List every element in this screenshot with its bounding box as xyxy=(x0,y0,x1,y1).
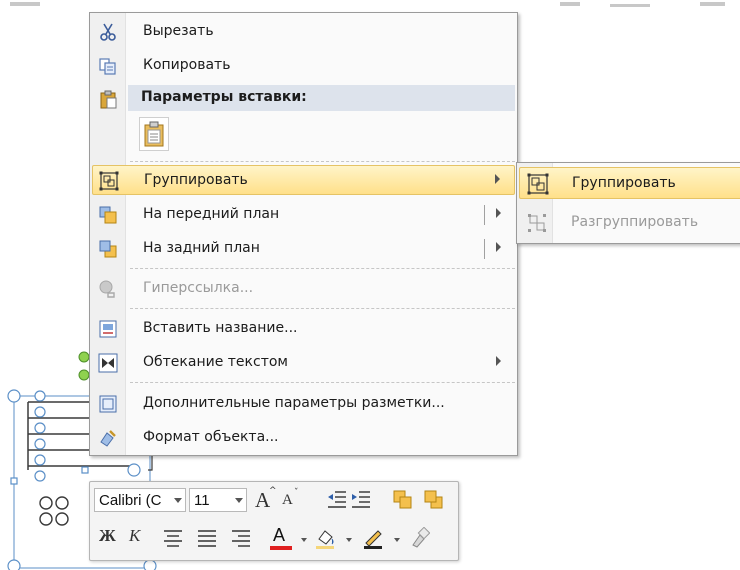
send-backward-icon xyxy=(99,240,117,258)
bold-button[interactable]: Ж xyxy=(99,526,116,546)
menu-item-copy[interactable]: Копировать xyxy=(92,51,515,81)
menu-item-format-object[interactable]: Формат объекта... xyxy=(92,423,515,453)
group-icon xyxy=(99,171,119,191)
ungroup-icon xyxy=(528,214,546,232)
format-object-icon xyxy=(100,430,116,447)
context-menu: Вырезать Копировать Параметры вставки: Г… xyxy=(89,12,518,456)
shrink-font-icon: A xyxy=(282,492,293,508)
menu-separator xyxy=(130,268,515,269)
font-size-value: 11 xyxy=(194,492,210,509)
decrease-indent-icon[interactable] xyxy=(326,489,348,511)
scissors-icon xyxy=(100,23,116,41)
menu-item-label: Гиперссылка... xyxy=(143,280,254,296)
chevron-down-icon[interactable] xyxy=(346,538,352,542)
hyperlink-icon xyxy=(99,280,115,298)
paste-keep-formatting-icon xyxy=(144,121,164,147)
font-color-icon: A xyxy=(273,525,286,545)
bring-forward-icon xyxy=(99,206,117,224)
rotation-handle[interactable] xyxy=(78,351,90,381)
menu-separator xyxy=(130,161,515,162)
caret-down-icon: ˇ xyxy=(294,488,299,498)
submenu-arrow-icon[interactable] xyxy=(496,242,501,252)
bring-forward-icon[interactable] xyxy=(392,489,414,511)
align-center-icon[interactable] xyxy=(162,528,184,550)
word-document-canvas: Вырезать Копировать Параметры вставки: Г… xyxy=(0,0,740,570)
menu-item-more-layout-options[interactable]: Дополнительные параметры разметки... xyxy=(92,389,515,419)
menu-item-cut[interactable]: Вырезать xyxy=(92,17,515,47)
insert-caption-icon xyxy=(99,320,117,338)
chevron-down-icon[interactable] xyxy=(235,498,243,503)
menu-item-group[interactable]: Группировать xyxy=(92,165,515,195)
split-divider xyxy=(484,239,485,259)
submenu-item-group[interactable]: Группировать xyxy=(519,167,740,199)
page-text-fragments xyxy=(10,2,725,7)
menu-item-label: Обтекание текстом xyxy=(143,354,288,370)
submenu-arrow-icon[interactable] xyxy=(496,208,501,218)
menu-item-label: Группировать xyxy=(144,172,248,188)
small-shape-cluster[interactable] xyxy=(39,496,69,526)
menu-item-label: На задний план xyxy=(143,240,260,256)
menu-item-bring-forward[interactable]: На передний план xyxy=(92,200,515,230)
align-justify-icon[interactable] xyxy=(196,528,218,550)
align-right-icon[interactable] xyxy=(230,528,252,550)
paste-icon xyxy=(100,90,117,109)
menu-separator xyxy=(130,382,515,383)
chevron-down-icon[interactable] xyxy=(301,538,307,542)
menu-item-insert-caption[interactable]: Вставить название... xyxy=(92,314,515,344)
split-divider xyxy=(484,205,485,225)
chevron-down-icon[interactable] xyxy=(394,538,400,542)
font-name-combo[interactable]: Calibri (C xyxy=(94,488,186,512)
italic-button[interactable]: К xyxy=(129,526,140,546)
menu-item-label: Вставить название... xyxy=(143,320,298,336)
text-wrap-icon xyxy=(98,353,118,373)
menu-item-label: Вырезать xyxy=(143,23,214,39)
paste-options-label: Параметры вставки: xyxy=(141,89,307,105)
format-painter-icon[interactable] xyxy=(408,527,430,549)
grow-font-button[interactable]: A ^ xyxy=(253,486,277,512)
menu-item-label: Дополнительные параметры разметки... xyxy=(143,395,445,411)
menu-item-send-backward[interactable]: На задний план xyxy=(92,234,515,264)
font-color-button[interactable]: A xyxy=(268,525,294,550)
group-icon xyxy=(527,173,549,195)
mini-formatting-toolbar: Calibri (C 11 A ^ A ˇ Ж К A xyxy=(89,481,459,561)
shape-fill-icon[interactable] xyxy=(314,527,336,549)
grow-font-icon: A xyxy=(255,488,271,512)
chevron-down-icon[interactable] xyxy=(174,498,182,503)
submenu-item-label: Разгруппировать xyxy=(571,214,699,230)
menu-item-hyperlink: Гиперссылка... xyxy=(92,274,515,304)
layout-options-icon xyxy=(99,395,117,413)
send-backward-icon[interactable] xyxy=(423,489,445,511)
menu-item-label: Формат объекта... xyxy=(143,429,279,445)
shape-outline-icon[interactable] xyxy=(362,527,384,549)
shrink-font-button[interactable]: A ˇ xyxy=(279,488,301,510)
caret-up-icon: ^ xyxy=(269,486,277,496)
font-color-swatch xyxy=(270,546,292,550)
paste-options-header: Параметры вставки: xyxy=(128,85,515,111)
submenu-arrow-icon xyxy=(496,356,501,366)
menu-separator xyxy=(130,308,515,309)
submenu-item-label: Группировать xyxy=(572,175,676,191)
font-size-combo[interactable]: 11 xyxy=(189,488,247,512)
menu-item-label: На передний план xyxy=(143,206,280,222)
submenu-arrow-icon xyxy=(495,174,500,184)
font-name-value: Calibri (C xyxy=(99,492,162,509)
paste-keep-formatting-button[interactable] xyxy=(139,117,169,151)
copy-icon xyxy=(99,58,116,75)
menu-item-label: Копировать xyxy=(143,57,231,73)
increase-indent-icon[interactable] xyxy=(350,489,372,511)
submenu-item-ungroup: Разгруппировать xyxy=(519,207,740,239)
group-submenu: Группировать Разгруппировать xyxy=(516,162,740,244)
menu-item-text-wrap[interactable]: Обтекание текстом xyxy=(92,348,515,378)
